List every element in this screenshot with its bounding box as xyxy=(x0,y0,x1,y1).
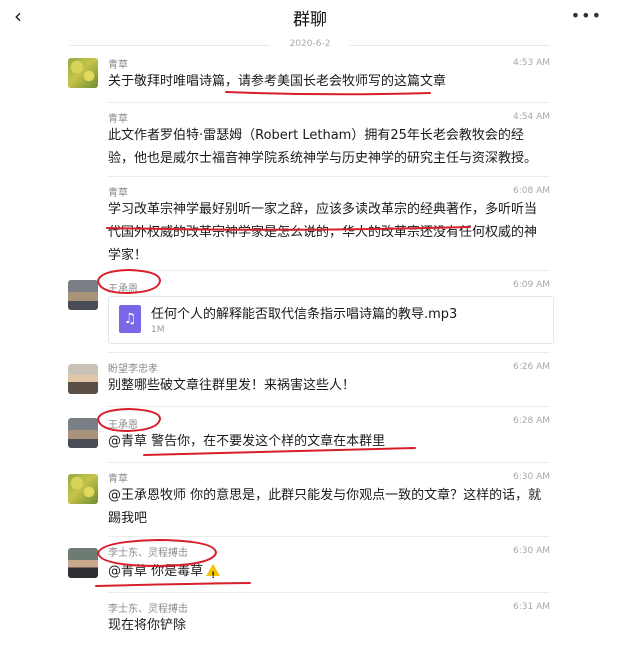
music-note-icon: ♫ xyxy=(119,305,141,333)
timestamp: 6:30 AM xyxy=(513,546,550,556)
message-text[interactable]: 别整哪些破文章往群里发！来祸害这些人！ xyxy=(108,374,548,397)
message-text[interactable]: @青草 警告你，在不要发这个样的文章在本群里 xyxy=(108,430,548,453)
avatar[interactable] xyxy=(68,58,98,88)
text-span: @青草 你是毒草 xyxy=(108,564,204,579)
divider xyxy=(108,536,550,537)
more-dots-icon[interactable]: ••• xyxy=(571,6,602,25)
divider xyxy=(108,592,550,593)
timestamp: 6:31 AM xyxy=(513,602,550,612)
text-line: 验，他也是威尔士福音神学院系统神学与历史神学的研究主任与资深教授。 xyxy=(108,151,538,166)
text-line: 此文作者罗伯特·雷瑟姆（Robert Letham）拥有25年长老会教牧会的经 xyxy=(108,128,524,143)
date-divider: 2020-6-2 xyxy=(289,39,331,49)
text-line: 踢我吧 xyxy=(108,511,148,526)
timestamp: 6:09 AM xyxy=(513,280,550,290)
avatar[interactable] xyxy=(68,280,98,310)
message-text[interactable]: 此文作者罗伯特·雷瑟姆（Robert Letham）拥有25年长老会教牧会的经 … xyxy=(108,124,548,170)
divider xyxy=(350,45,550,46)
sender-name[interactable]: 盼望李忠孝 xyxy=(108,360,158,375)
sender-name[interactable]: 李士东、灵程搏击 xyxy=(108,600,188,615)
divider xyxy=(108,406,550,407)
warning-icon xyxy=(206,564,221,588)
text-line: 学家！ xyxy=(108,248,148,263)
timestamp: 4:54 AM xyxy=(513,112,550,122)
message-text[interactable]: @青草 你是毒草 xyxy=(108,560,548,588)
file-name: 任何个人的解释能否取代信条指示唱诗篇的教导.mp3 xyxy=(151,307,458,322)
file-size: 1M xyxy=(151,325,165,335)
divider xyxy=(108,462,550,463)
sender-name[interactable]: 青草 xyxy=(108,470,128,485)
avatar[interactable] xyxy=(68,474,98,504)
timestamp: 6:28 AM xyxy=(513,416,550,426)
timestamp: 6:26 AM xyxy=(513,362,550,372)
sender-name[interactable]: 王承恩 xyxy=(108,416,138,431)
text-line: 代国外权威的改革宗神学家是怎么说的，华人的改革宗还没有任何权威的神 xyxy=(108,225,538,240)
avatar[interactable] xyxy=(68,364,98,394)
divider xyxy=(108,176,550,177)
underline-mark xyxy=(95,582,251,587)
divider xyxy=(108,270,550,271)
divider xyxy=(108,352,550,353)
timestamp: 4:53 AM xyxy=(513,58,550,68)
text-line: @王承恩牧师 你的意思是，此群只能发与你观点一致的文章？这样的话，就 xyxy=(108,488,542,503)
avatar[interactable] xyxy=(68,418,98,448)
file-attachment[interactable]: ♫ 任何个人的解释能否取代信条指示唱诗篇的教导.mp3 1M xyxy=(108,296,554,344)
avatar[interactable] xyxy=(68,548,98,578)
message-text[interactable]: 现在将你铲除 xyxy=(108,614,548,637)
message-text[interactable]: @王承恩牧师 你的意思是，此群只能发与你观点一致的文章？这样的话，就 踢我吧 xyxy=(108,484,548,530)
timestamp: 6:30 AM xyxy=(513,472,550,482)
sender-name[interactable]: 青草 xyxy=(108,110,128,125)
divider xyxy=(108,102,550,103)
text-line: 学习改革宗神学最好别听一家之辞，应该多读改革宗的经典著作，多听听当 xyxy=(108,202,538,217)
sender-name[interactable]: 王承恩 xyxy=(108,280,138,295)
timestamp: 6:08 AM xyxy=(513,186,550,196)
chat-header: ‹ 群聊 ••• xyxy=(0,0,620,34)
sender-name[interactable]: 李士东、灵程搏击 xyxy=(108,544,188,559)
sender-name[interactable]: 青草 xyxy=(108,184,128,199)
message-text[interactable]: 学习改革宗神学最好别听一家之辞，应该多读改革宗的经典著作，多听听当 代国外权威的… xyxy=(108,198,548,267)
message-text[interactable]: 关于敬拜时唯唱诗篇，请参考美国长老会牧师写的这篇文章 xyxy=(108,70,548,93)
sender-name[interactable]: 青草 xyxy=(108,56,128,71)
chat-title: 群聊 xyxy=(293,10,327,30)
